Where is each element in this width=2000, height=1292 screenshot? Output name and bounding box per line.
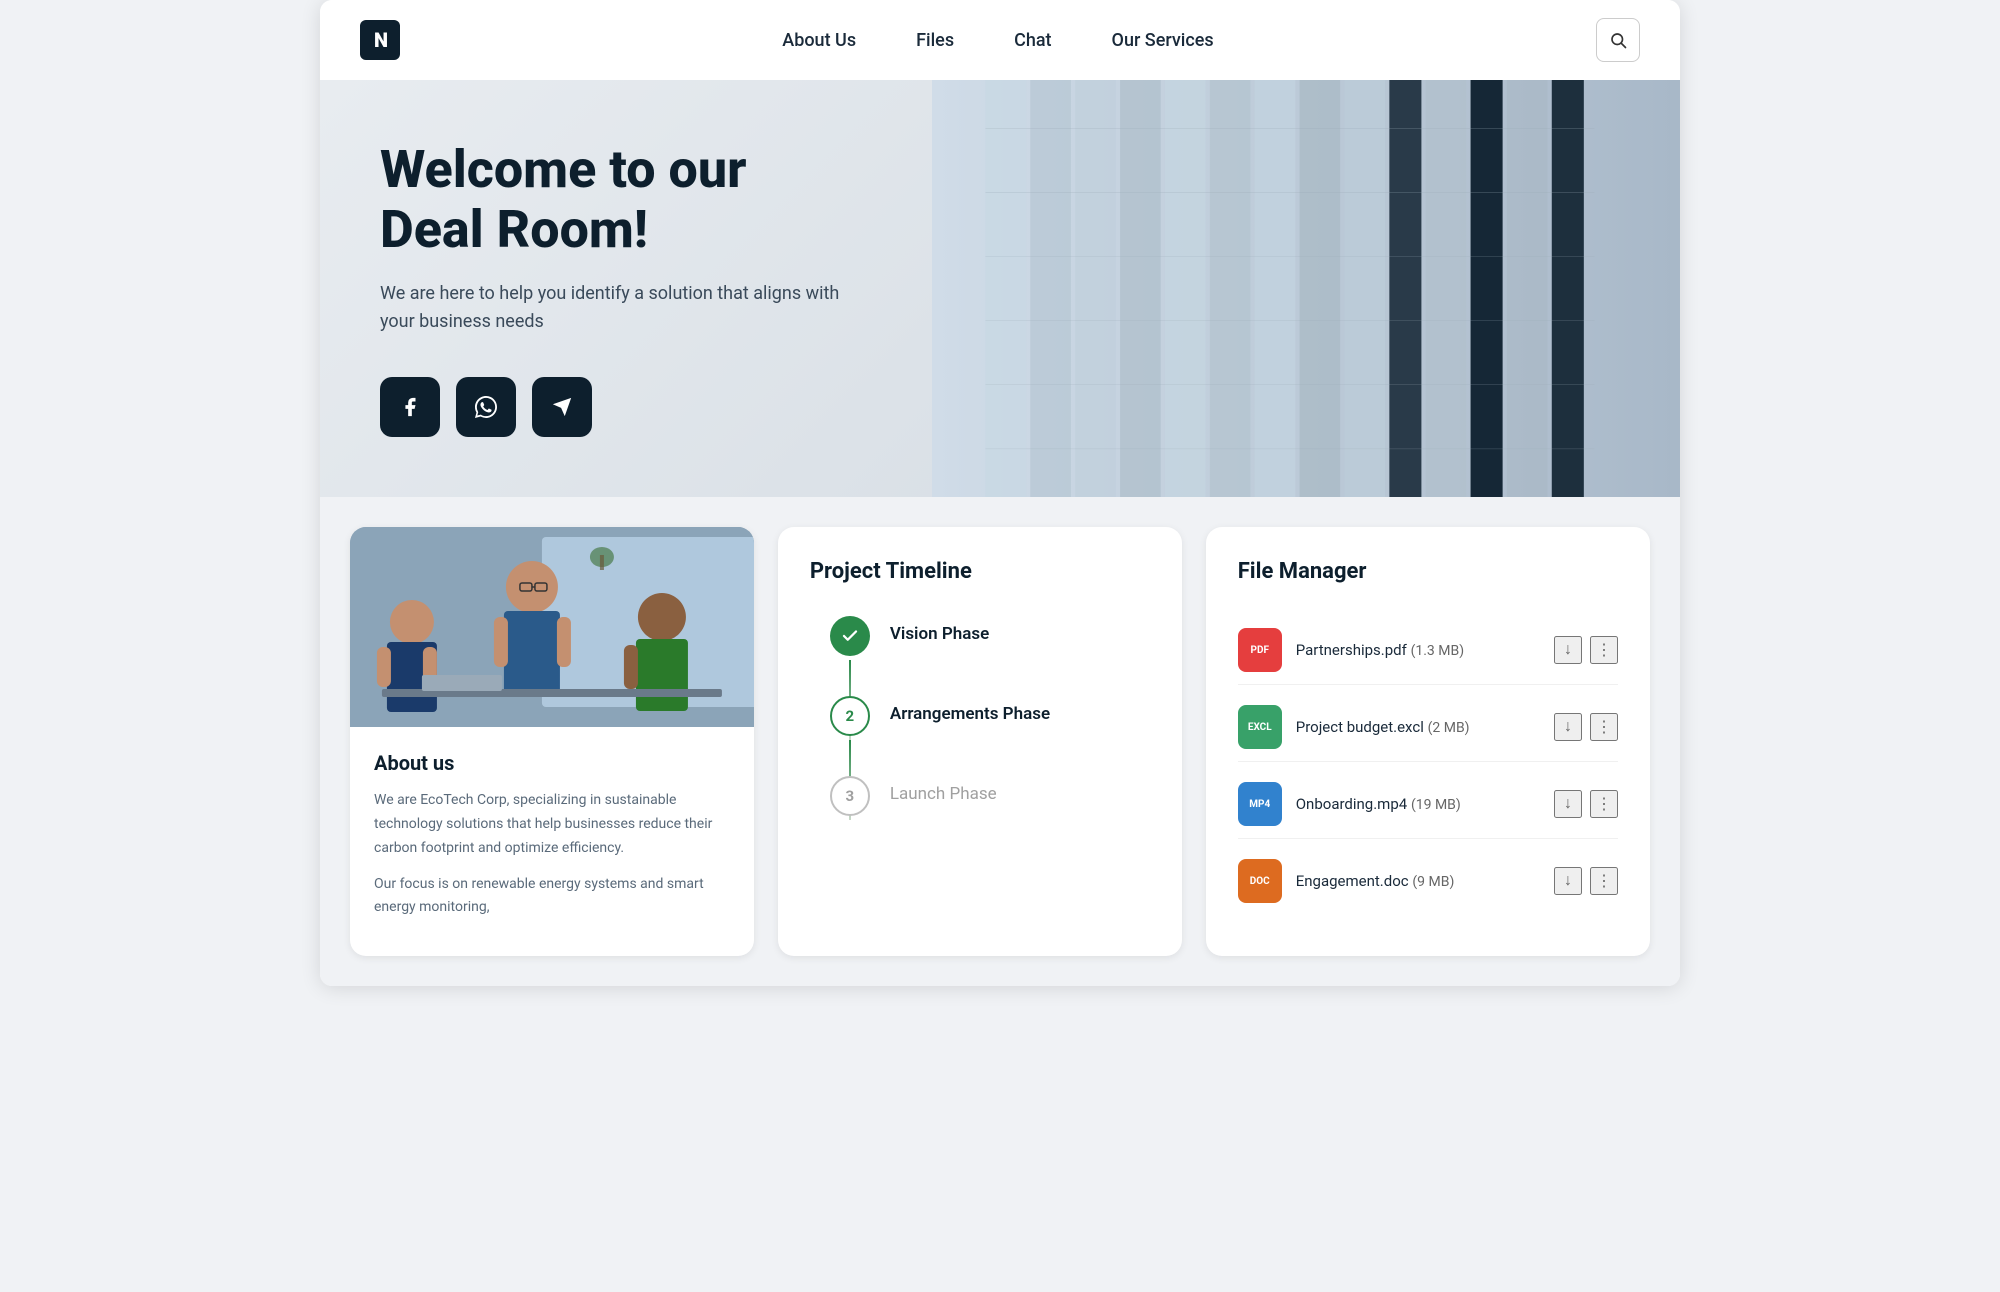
- file-name-0: Partnerships.pdf (1.3 MB): [1296, 641, 1540, 659]
- about-paragraph-1: We are EcoTech Corp, specializing in sus…: [374, 789, 730, 860]
- file-name-3: Engagement.doc (9 MB): [1296, 872, 1540, 890]
- file-name-1: Project budget.excl (2 MB): [1296, 718, 1540, 736]
- file-actions-0: ↓ ⋮: [1554, 636, 1618, 664]
- telegram-button[interactable]: [532, 377, 592, 437]
- whatsapp-button[interactable]: [456, 377, 516, 437]
- search-button[interactable]: [1596, 18, 1640, 62]
- timeline: Vision Phase 2 Arrangements Phase 3 Laun…: [810, 616, 1150, 816]
- file-actions-3: ↓ ⋮: [1554, 867, 1618, 895]
- brand-logo[interactable]: N: [360, 20, 400, 60]
- timeline-title: Project Timeline: [810, 559, 1150, 584]
- hero-subtitle: We are here to help you identify a solut…: [380, 280, 860, 338]
- hero-content: Welcome to our Deal Room! We are here to…: [320, 80, 920, 497]
- file-download-2[interactable]: ↓: [1554, 790, 1582, 818]
- nav-link-about-us[interactable]: About Us: [782, 30, 856, 51]
- file-item-1: EXCL Project budget.excl (2 MB) ↓ ⋮: [1238, 693, 1618, 762]
- timeline-label-3: Launch Phase: [890, 776, 997, 804]
- hero-buttons: [380, 377, 860, 437]
- timeline-dot-1: [830, 616, 870, 656]
- file-actions-1: ↓ ⋮: [1554, 713, 1618, 741]
- file-item-0: PDF Partnerships.pdf (1.3 MB) ↓ ⋮: [1238, 616, 1618, 685]
- file-badge-pdf: PDF: [1238, 628, 1282, 672]
- timeline-dot-3: 3: [830, 776, 870, 816]
- file-item-3: DOC Engagement.doc (9 MB) ↓ ⋮: [1238, 847, 1618, 915]
- file-more-2[interactable]: ⋮: [1590, 790, 1618, 818]
- nav-link-files[interactable]: Files: [916, 30, 954, 51]
- file-list: PDF Partnerships.pdf (1.3 MB) ↓ ⋮ EXCL: [1238, 616, 1618, 915]
- nav-link-chat[interactable]: Chat: [1014, 30, 1051, 51]
- nav-link-our-services[interactable]: Our Services: [1112, 30, 1214, 51]
- hero-background-image: [932, 80, 1680, 497]
- file-badge-mp4: MP4: [1238, 782, 1282, 826]
- file-badge-doc: DOC: [1238, 859, 1282, 903]
- file-manager-title: File Manager: [1238, 559, 1618, 584]
- timeline-item-1: Vision Phase: [830, 616, 1150, 656]
- file-item-2: MP4 Onboarding.mp4 (19 MB) ↓ ⋮: [1238, 770, 1618, 839]
- file-more-1[interactable]: ⋮: [1590, 713, 1618, 741]
- hero-section: Welcome to our Deal Room! We are here to…: [320, 80, 1680, 497]
- about-card: About us We are EcoTech Corp, specializi…: [350, 527, 754, 956]
- file-download-0[interactable]: ↓: [1554, 636, 1582, 664]
- file-manager-card: File Manager PDF Partnerships.pdf (1.3 M…: [1206, 527, 1650, 956]
- timeline-card: Project Timeline Vision Phase 2 Arrangem…: [778, 527, 1182, 956]
- about-body: About us We are EcoTech Corp, specializi…: [350, 727, 754, 956]
- page-wrapper: N About Us Files Chat Our Services Welco…: [320, 0, 1680, 986]
- file-more-3[interactable]: ⋮: [1590, 867, 1618, 895]
- timeline-dot-2: 2: [830, 696, 870, 736]
- timeline-label-1: Vision Phase: [890, 616, 989, 644]
- about-image: [350, 527, 754, 727]
- about-paragraph-2: Our focus is on renewable energy systems…: [374, 873, 730, 921]
- file-more-0[interactable]: ⋮: [1590, 636, 1618, 664]
- file-actions-2: ↓ ⋮: [1554, 790, 1618, 818]
- nav-links: About Us Files Chat Our Services: [782, 30, 1213, 51]
- timeline-label-2: Arrangements Phase: [890, 696, 1050, 724]
- hero-title: Welcome to our Deal Room!: [380, 140, 860, 260]
- file-download-1[interactable]: ↓: [1554, 713, 1582, 741]
- timeline-item-3: 3 Launch Phase: [830, 776, 1150, 816]
- facebook-button[interactable]: [380, 377, 440, 437]
- file-name-2: Onboarding.mp4 (19 MB): [1296, 795, 1540, 813]
- navbar: N About Us Files Chat Our Services: [320, 0, 1680, 80]
- file-download-3[interactable]: ↓: [1554, 867, 1582, 895]
- about-title: About us: [374, 751, 730, 775]
- file-badge-excl: EXCL: [1238, 705, 1282, 749]
- bottom-section: About us We are EcoTech Corp, specializi…: [320, 497, 1680, 986]
- timeline-item-2: 2 Arrangements Phase: [830, 696, 1150, 736]
